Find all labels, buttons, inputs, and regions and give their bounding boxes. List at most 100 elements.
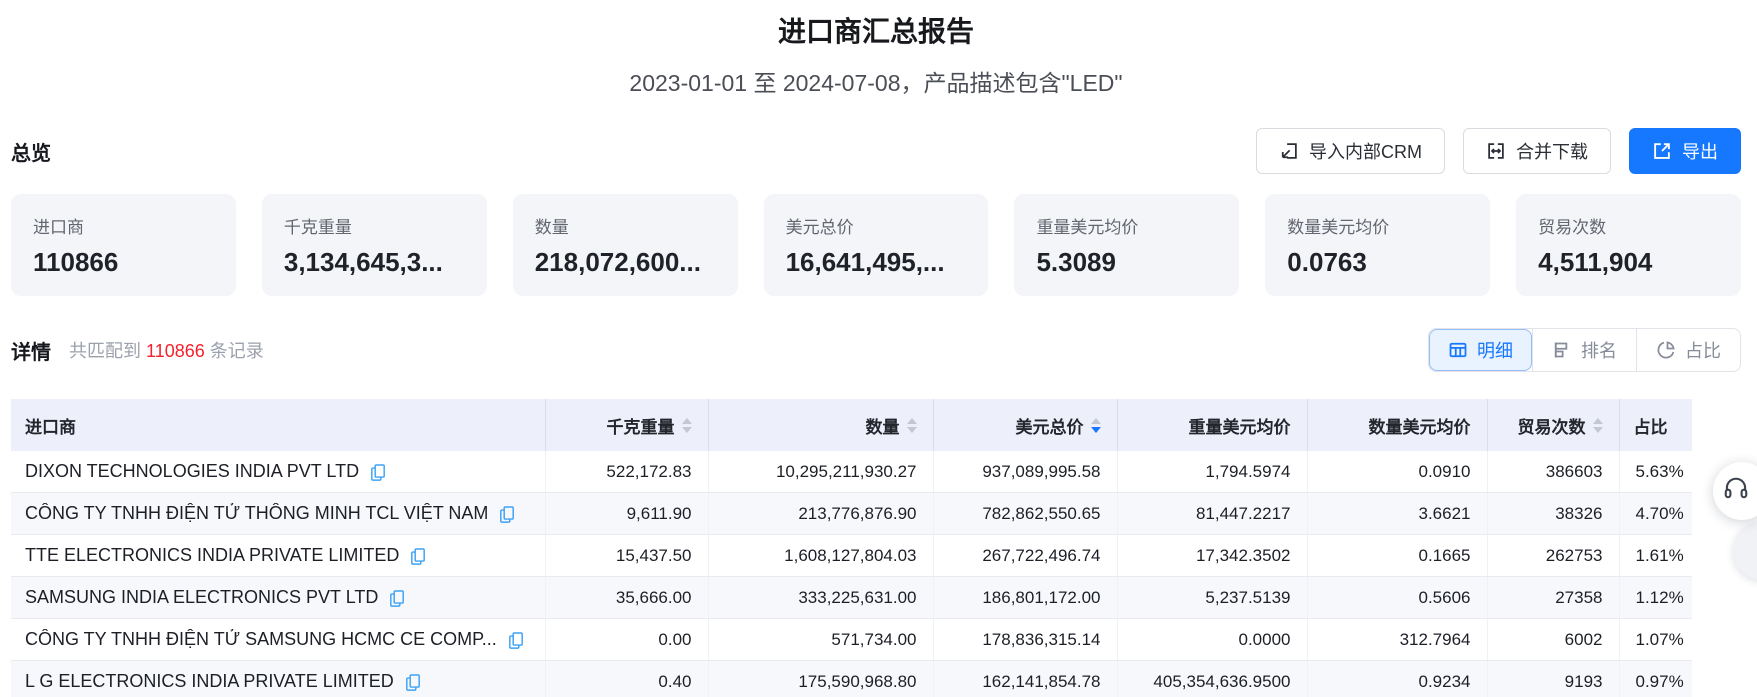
column-header-usd[interactable]: 美元总价 xyxy=(932,399,1117,451)
cell-share: 0.97% xyxy=(1618,660,1692,697)
toolbar-actions: 导入内部CRM 合并下载 导出 xyxy=(1256,128,1741,174)
card-value: 16,641,495,... xyxy=(785,247,945,277)
match-prefix: 共匹配到 xyxy=(69,341,141,361)
column-label: 重量美元均价 xyxy=(1188,417,1291,437)
table-row: TTE ELECTRONICS INDIA PRIVATE LIMITED 15,… xyxy=(11,534,1692,577)
customer-service-button[interactable] xyxy=(1713,462,1757,520)
sort-carets-icon[interactable] xyxy=(1592,417,1603,433)
cell-importer: L G ELECTRONICS INDIA PRIVATE LIMITED xyxy=(11,660,545,697)
column-label: 贸易次数 xyxy=(1517,417,1586,437)
summary-card: 重量美元均价 5.3089 xyxy=(1014,194,1240,296)
card-label: 贸易次数 xyxy=(1538,218,1607,237)
column-header-trades[interactable]: 贸易次数 xyxy=(1486,399,1619,451)
cell-share: 1.12% xyxy=(1618,576,1692,619)
importer-name: L G ELECTRONICS INDIA PRIVATE LIMITED xyxy=(25,671,394,691)
match-count: 110866 xyxy=(146,341,205,361)
cell-usd_per_qty: 3.6621 xyxy=(1306,492,1487,535)
cell-share: 1.07% xyxy=(1618,618,1692,661)
cell-qty: 1,608,127,804.03 xyxy=(707,534,933,577)
sort-carets-icon[interactable] xyxy=(906,417,917,433)
card-value: 3,134,645,3... xyxy=(283,247,443,277)
copy-icon[interactable] xyxy=(507,631,525,649)
cell-kg: 9,611.90 xyxy=(544,492,708,535)
tab-占比[interactable]: 占比 xyxy=(1636,329,1740,371)
summary-card: 数量 218,072,600... xyxy=(512,194,738,296)
cell-usd_per_qty: 0.1665 xyxy=(1306,534,1487,577)
column-header-importer: 进口商 xyxy=(11,399,545,451)
column-header-usd_per_kg: 重量美元均价 xyxy=(1116,399,1307,451)
column-header-qty[interactable]: 数量 xyxy=(707,399,933,451)
cell-usd: 267,722,496.74 xyxy=(932,534,1117,577)
column-label: 千克重量 xyxy=(606,417,675,437)
export-button[interactable]: 导出 xyxy=(1629,128,1741,174)
cell-usd_per_kg: 81,447.2217 xyxy=(1116,492,1307,535)
cell-share: 1.61% xyxy=(1618,534,1692,577)
cell-usd_per_qty: 0.5606 xyxy=(1306,576,1487,619)
sort-carets-icon[interactable] xyxy=(681,417,692,433)
match-suffix: 条记录 xyxy=(209,341,264,361)
copy-icon[interactable] xyxy=(388,589,406,607)
tab-明细[interactable]: 明细 xyxy=(1429,329,1532,371)
card-label: 重量美元均价 xyxy=(1036,218,1139,237)
column-label: 占比 xyxy=(1633,417,1668,437)
copy-icon[interactable] xyxy=(404,673,422,691)
cell-share: 4.70% xyxy=(1618,492,1692,535)
pie-icon xyxy=(1656,340,1676,360)
cell-importer: DIXON TECHNOLOGIES INDIA PVT LTD xyxy=(11,451,545,493)
export-icon xyxy=(1652,141,1672,161)
overview-bar: 总览 导入内部CRM 合并下载 导出 xyxy=(11,128,1741,174)
cell-usd: 782,862,550.65 xyxy=(932,492,1117,535)
cell-importer: CÔNG TY TNHH ĐIỆN TỬ SAMSUNG HCMC CE COM… xyxy=(11,618,545,661)
cell-kg: 0.40 xyxy=(544,660,708,697)
cell-qty: 175,590,968.80 xyxy=(707,660,933,697)
floating-button-secondary[interactable] xyxy=(1733,522,1757,580)
column-header-kg[interactable]: 千克重量 xyxy=(544,399,708,451)
cell-usd_per_kg: 1,794.5974 xyxy=(1116,451,1307,493)
table-row: DIXON TECHNOLOGIES INDIA PVT LTD 522,172.… xyxy=(11,451,1692,493)
summary-cards: 进口商 110866 千克重量 3,134,645,3... 数量 218,072,600… xyxy=(11,194,1742,296)
summary-card: 千克重量 3,134,645,3... xyxy=(261,194,487,296)
importer-name: SAMSUNG INDIA ELECTRONICS PVT LTD xyxy=(25,587,379,607)
importer-name: DIXON TECHNOLOGIES INDIA PVT LTD xyxy=(25,461,360,481)
cell-usd_per_kg: 405,354,636.9500 xyxy=(1116,660,1307,697)
cell-usd: 162,141,854.78 xyxy=(932,660,1117,697)
cell-qty: 10,295,211,930.27 xyxy=(707,451,933,493)
details-heading: 详情 xyxy=(11,341,51,364)
cell-qty: 213,776,876.90 xyxy=(707,492,933,535)
card-value: 0.0763 xyxy=(1287,247,1367,277)
table-header-row: 进口商 千克重量 数量 美元总价 重量美元均价 数量美元均价 贸易次数 占比 xyxy=(11,399,1692,451)
copy-icon[interactable] xyxy=(409,547,427,565)
card-label: 千克重量 xyxy=(283,218,352,237)
cell-usd_per_qty: 0.9234 xyxy=(1306,660,1487,697)
sort-carets-icon[interactable] xyxy=(1090,417,1101,433)
copy-icon[interactable] xyxy=(369,463,387,481)
report-subtitle: 2023-01-01 至 2024-07-08，产品描述包含"LED" xyxy=(629,70,1123,96)
cell-trades: 6002 xyxy=(1486,618,1619,661)
button-label: 导入内部CRM xyxy=(1309,142,1422,162)
importer-name: CÔNG TY TNHH ĐIỆN TỬ THÔNG MINH TCL VIỆT… xyxy=(25,503,489,523)
merge-download-button[interactable]: 合并下载 xyxy=(1463,128,1611,174)
cell-usd_per_kg: 17,342.3502 xyxy=(1116,534,1307,577)
cell-kg: 35,666.00 xyxy=(544,576,708,619)
summary-card: 数量美元均价 0.0763 xyxy=(1265,194,1491,296)
details-bar: 详情 共匹配到 110866 条记录 明细 排名 占比 xyxy=(11,328,1741,372)
cell-importer: TTE ELECTRONICS INDIA PRIVATE LIMITED xyxy=(11,534,545,577)
card-value: 218,072,600... xyxy=(534,247,701,277)
card-label: 进口商 xyxy=(33,218,84,237)
cell-trades: 9193 xyxy=(1486,660,1619,697)
table-row: L G ELECTRONICS INDIA PRIVATE LIMITED 0.4… xyxy=(11,660,1692,697)
merge-download-icon xyxy=(1486,141,1506,161)
copy-icon[interactable] xyxy=(498,505,516,523)
view-tabs: 明细 排名 占比 xyxy=(1428,328,1741,372)
cell-qty: 333,225,631.00 xyxy=(707,576,933,619)
match-count-text: 共匹配到 110866 条记录 xyxy=(69,337,264,363)
import-crm-button[interactable]: 导入内部CRM xyxy=(1256,128,1445,174)
tab-label: 明细 xyxy=(1477,341,1513,361)
tab-排名[interactable]: 排名 xyxy=(1532,329,1636,371)
button-label: 合并下载 xyxy=(1516,142,1588,162)
column-header-share: 占比 xyxy=(1618,399,1692,451)
table-row: CÔNG TY TNHH ĐIỆN TỬ SAMSUNG HCMC CE COM… xyxy=(11,618,1692,661)
column-label: 进口商 xyxy=(25,417,76,437)
cell-usd: 186,801,172.00 xyxy=(932,576,1117,619)
cell-usd_per_qty: 0.0910 xyxy=(1306,451,1487,493)
